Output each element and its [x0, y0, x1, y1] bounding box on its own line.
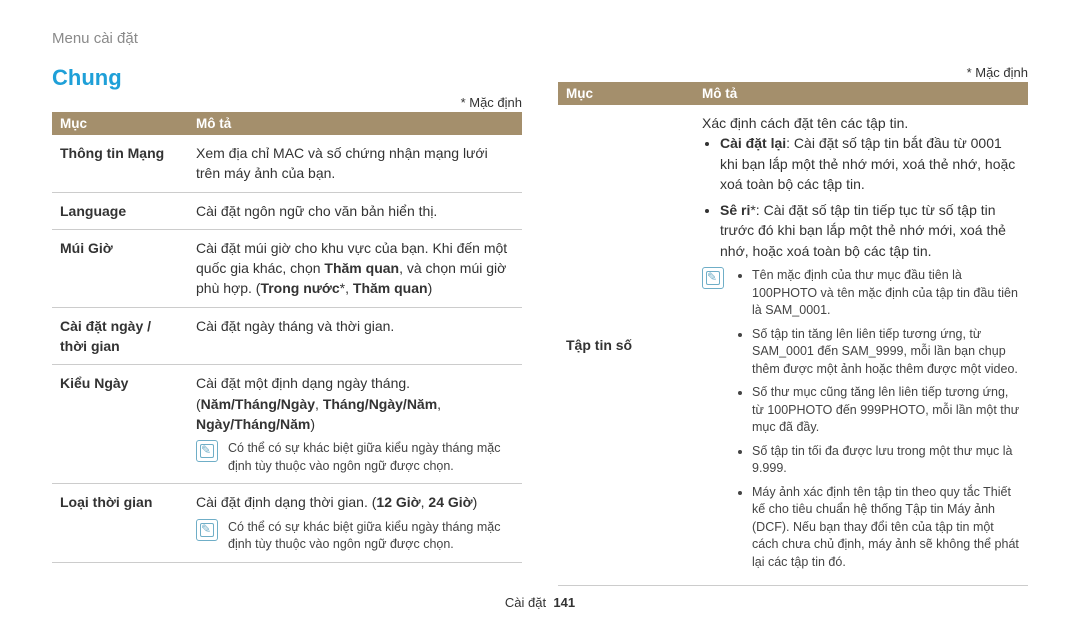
note-text: Có thể có sự khác biệt giữa kiểu ngày th… [228, 519, 514, 554]
default-note-right: * Mặc định [558, 65, 1028, 80]
left-column: Chung * Mặc định Mục Mô tả Thông tin Mạn… [52, 65, 522, 586]
breadcrumb: Menu cài đặt [52, 30, 1028, 47]
row-timetype-desc: Cài đặt định dạng thời gian. (12 Giờ, 24… [188, 484, 522, 562]
header-mota: Mô tả [188, 112, 522, 135]
row-language-desc: Cài đặt ngôn ngữ cho văn bản hiển thị. [188, 192, 522, 229]
row-fileno-desc: Xác định cách đặt tên các tập tin. Cài đ… [694, 105, 1028, 586]
row-network-label: Thông tin Mạng [52, 135, 188, 192]
row-network-desc: Xem địa chỉ MAC và số chứng nhận mạng lư… [188, 135, 522, 192]
settings-table-right: Mục Mô tả Tập tin số Xác định cách đặt t… [558, 82, 1028, 586]
section-title: Chung [52, 65, 522, 91]
note-icon [196, 440, 218, 462]
note-icon [196, 519, 218, 541]
fileno-note2: Số tập tin tăng lên liên tiếp tương ứng,… [752, 326, 1020, 379]
settings-table-left: Mục Mô tả Thông tin Mạng Xem địa chỉ MAC… [52, 112, 522, 563]
row-timezone-label: Múi Giờ [52, 229, 188, 307]
row-datetype-desc: Cài đặt một định dạng ngày tháng. (Năm/T… [188, 365, 522, 484]
row-fileno-label: Tập tin số [558, 105, 694, 586]
fileno-note5: Máy ảnh xác định tên tập tin theo quy tắ… [752, 484, 1020, 572]
default-note-left: * Mặc định [52, 95, 522, 110]
row-language-label: Language [52, 192, 188, 229]
fileno-note1: Tên mặc định của thư mục đầu tiên là 100… [752, 267, 1020, 320]
row-datetime-label: Cài đặt ngày / thời gian [52, 307, 188, 365]
fileno-series: Sê ri*: Cài đặt số tập tin tiếp tục từ s… [720, 200, 1020, 261]
footer-label: Cài đặt [505, 595, 546, 610]
row-datetime-desc: Cài đặt ngày tháng và thời gian. [188, 307, 522, 365]
header-muc-r: Mục [558, 82, 694, 105]
note-text: Có thể có sự khác biệt giữa kiểu ngày th… [228, 440, 514, 475]
row-timezone-desc: Cài đặt múi giờ cho khu vực của bạn. Khi… [188, 229, 522, 307]
page-footer: Cài đặt 141 [0, 595, 1080, 610]
fileno-note3: Số thư mục cũng tăng lên liên tiếp tương… [752, 384, 1020, 437]
header-mota-r: Mô tả [694, 82, 1028, 105]
right-column: * Mặc định Mục Mô tả Tập tin số Xác định… [558, 65, 1028, 586]
row-timetype-label: Loại thời gian [52, 484, 188, 562]
note-block: Tên mặc định của thư mục đầu tiên là 100… [734, 267, 1020, 577]
header-muc: Mục [52, 112, 188, 135]
row-datetype-label: Kiểu Ngày [52, 365, 188, 484]
fileno-reset: Cài đặt lại: Cài đặt số tập tin bắt đầu … [720, 133, 1020, 194]
note-icon [702, 267, 724, 289]
fileno-note4: Số tập tin tối đa được lưu trong một thư… [752, 443, 1020, 478]
page-number: 141 [553, 595, 575, 610]
